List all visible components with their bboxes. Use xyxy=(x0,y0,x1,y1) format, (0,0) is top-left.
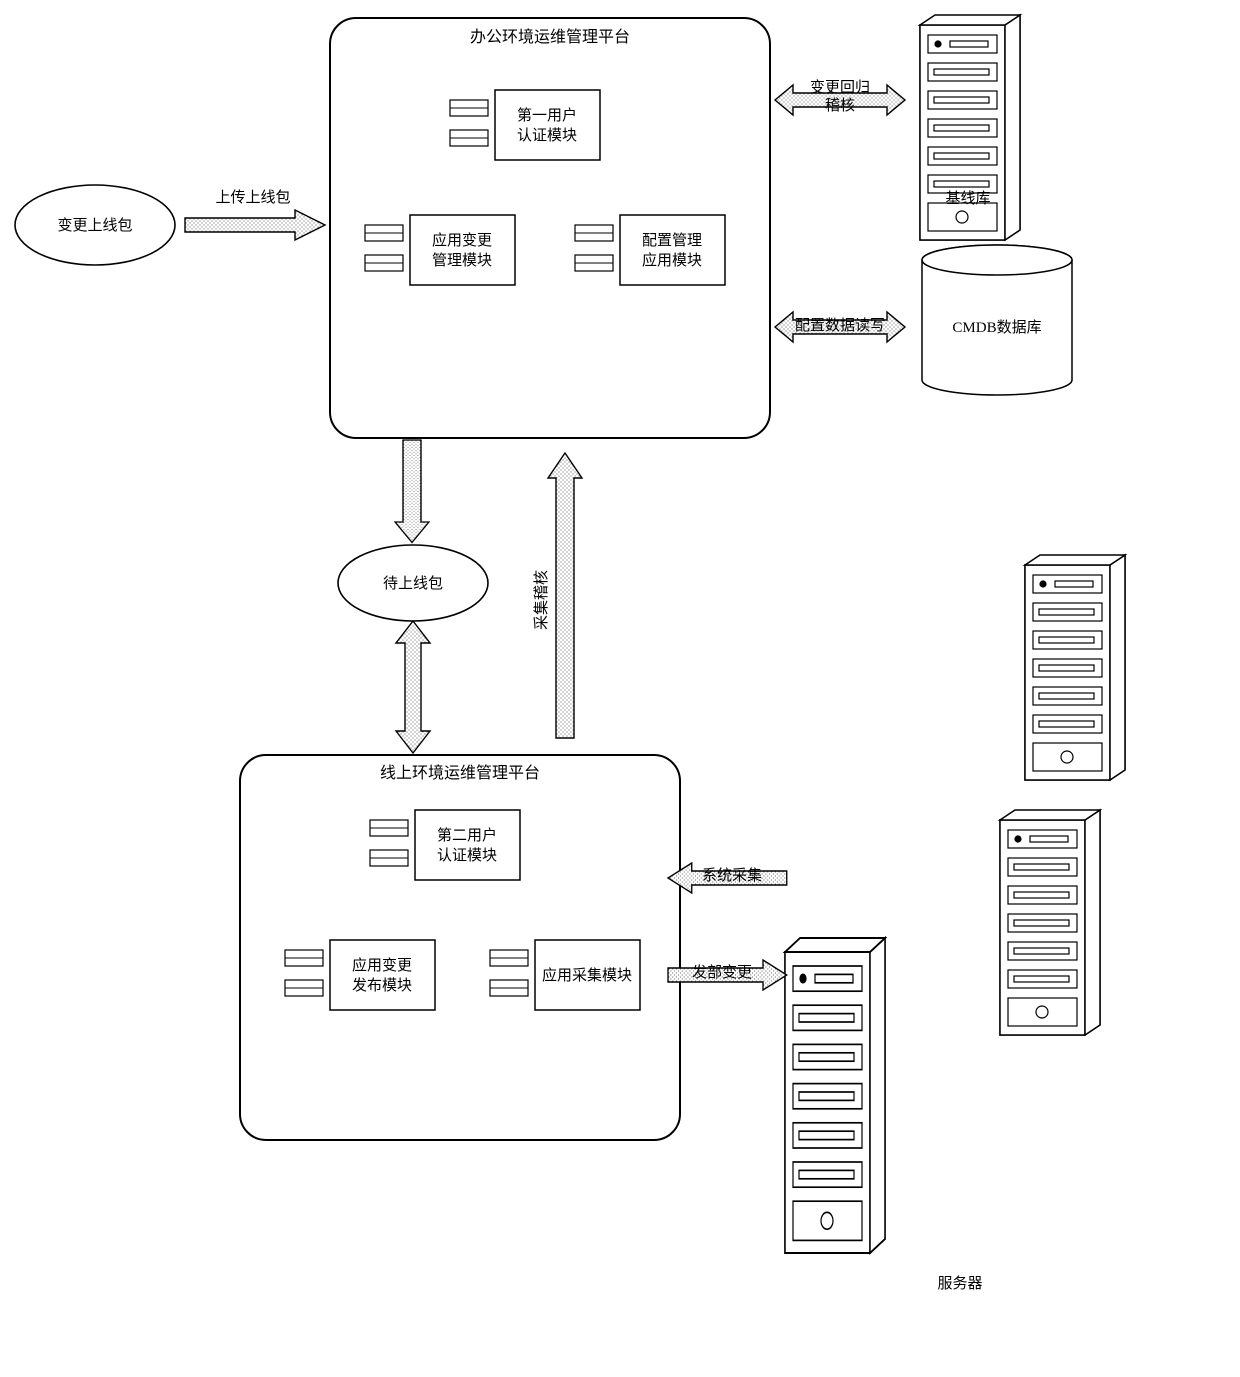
svg-text:待上线包: 待上线包 xyxy=(383,575,443,592)
svg-text:发布模块: 发布模块 xyxy=(352,977,412,994)
svg-text:应用采集模块: 应用采集模块 xyxy=(542,966,632,984)
svg-text:应用变更: 应用变更 xyxy=(352,956,412,974)
arrow-upload-label: 上传上线包 xyxy=(215,189,290,206)
svg-text:管理模块: 管理模块 xyxy=(432,252,492,269)
svg-text:系统采集: 系统采集 xyxy=(702,867,762,884)
arrow-down-to-pending xyxy=(395,440,429,543)
server-icon-1 xyxy=(785,938,885,1253)
server-icon-2 xyxy=(1025,555,1125,780)
online-platform-title: 线上环境运维管理平台 xyxy=(380,763,540,782)
svg-text:稽核: 稽核 xyxy=(825,97,855,114)
svg-text:变更回归: 变更回归 xyxy=(810,79,870,96)
svg-text:第二用户: 第二用户 xyxy=(437,826,497,844)
svg-text:认证模块: 认证模块 xyxy=(517,127,577,144)
cmdb-label: CMDB数据库 xyxy=(952,319,1041,336)
office-platform-title: 办公环境运维管理平台 xyxy=(470,27,630,46)
svg-text:发部变更: 发部变更 xyxy=(692,964,752,981)
svg-text:变更上线包: 变更上线包 xyxy=(57,217,132,234)
arrow-collect-audit-label: 采集稽核 xyxy=(533,570,550,630)
svg-text:应用变更: 应用变更 xyxy=(432,231,492,249)
office-platform: 办公环境运维管理平台 第一用户 认证模块 应用变更 管理模块 配置管理 应用模块 xyxy=(330,18,770,438)
online-platform: 线上环境运维管理平台 第二用户 认证模块 应用变更 发布模块 应用采集模块 xyxy=(240,755,680,1140)
svg-text:认证模块: 认证模块 xyxy=(437,847,497,864)
arrow-pending-to-online xyxy=(396,621,430,753)
pending-package: 待上线包 xyxy=(338,545,488,621)
baseline-label: 基线库 xyxy=(945,190,990,207)
change-package: 变更上线包 xyxy=(15,185,175,265)
svg-text:配置数据读写: 配置数据读写 xyxy=(795,317,885,334)
arrow-collect-audit xyxy=(548,453,582,738)
svg-text:配置管理: 配置管理 xyxy=(642,232,702,249)
server-icon-3 xyxy=(1000,810,1100,1035)
svg-text:第一用户: 第一用户 xyxy=(517,106,577,124)
svg-text:应用模块: 应用模块 xyxy=(642,251,702,269)
servers-label: 服务器 xyxy=(937,1275,982,1292)
arrow-upload xyxy=(185,210,325,240)
